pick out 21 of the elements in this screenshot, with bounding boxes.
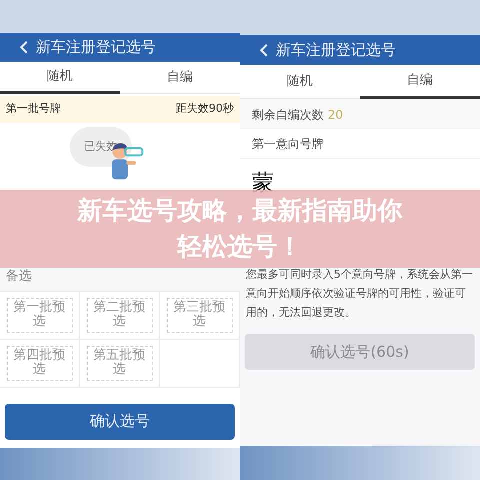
preselect-button[interactable]: 第五批预选	[86, 346, 152, 381]
banner-text: 新车选号攻略，最新指南助你	[78, 195, 402, 227]
screen-title: 新车注册登记选号	[276, 40, 396, 61]
remaining-label: 剩余自编次数	[252, 106, 324, 124]
screen-title: 新车注册登记选号	[36, 37, 156, 58]
countdown-text: 距失效90秒	[176, 101, 234, 118]
preselect-button[interactable]: 第二批预选	[86, 298, 152, 333]
back-icon[interactable]	[260, 44, 268, 56]
preselect-button[interactable]: 第一批预选	[6, 298, 72, 333]
tab[interactable]: 随机	[240, 65, 360, 99]
note-text: 您最多可同时录入5个意向号牌，系统会从第一意向开始顺序依次验证号牌的可用性，验证可用的，无法回退更改。	[246, 267, 474, 321]
back-icon[interactable]	[20, 41, 28, 54]
confirm-button[interactable]: 确认选号	[5, 404, 235, 440]
banner-text: 轻松选号！	[178, 231, 302, 263]
section-label: 备选	[6, 268, 32, 286]
batch-label: 第一批号牌	[6, 101, 61, 118]
field-label: 第一意向号牌	[252, 136, 324, 152]
preselect-button[interactable]: 第三批预选	[166, 298, 232, 333]
plate-prefix: 蒙	[252, 170, 275, 198]
preselect-button[interactable]: 第四批预选	[6, 346, 72, 381]
remaining-count: 20	[328, 106, 344, 124]
